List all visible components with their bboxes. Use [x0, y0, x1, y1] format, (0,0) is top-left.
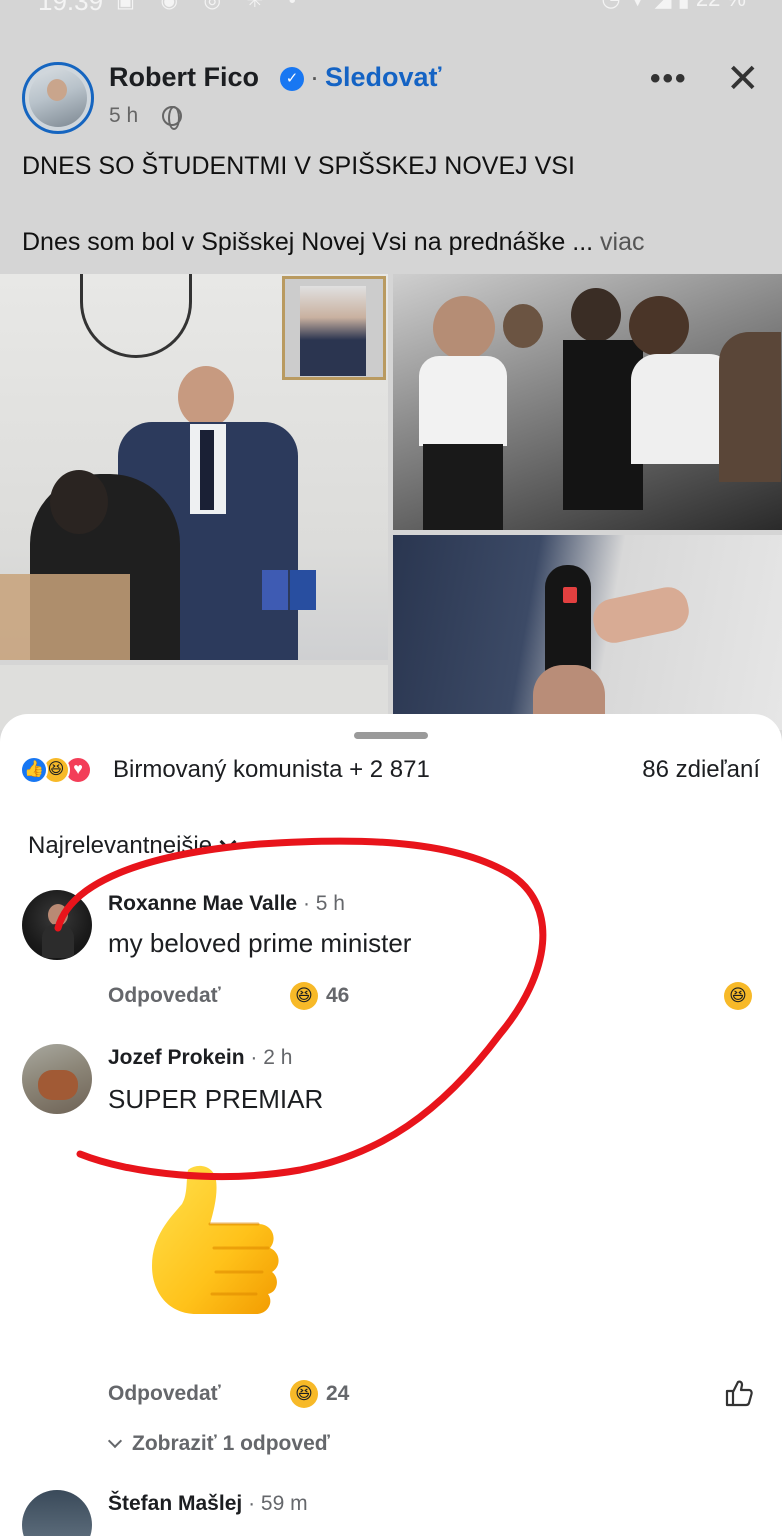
- comment-time: · 2 h: [250, 1046, 293, 1069]
- post-background: 19:39 ▣ ◉ ◎ ✳ • ◷ ▼ ◢ ▮ 22 % Robert Fico…: [0, 0, 782, 730]
- post-title: DNES SO ŠTUDENTMI V SPIŠSKEJ NOVEJ VSI: [22, 152, 575, 180]
- separator-dot: ·: [310, 62, 319, 92]
- reactions-text[interactable]: Birmovaný komunista + 2 871: [113, 756, 430, 784]
- like-reaction-icon: 👍: [20, 756, 48, 784]
- comments-sheet: 👍 😆 ♥ Birmovaný komunista + 2 871 86 zdi…: [0, 714, 782, 1536]
- comment-author-name: Roxanne Mae Valle: [108, 892, 298, 915]
- view-replies-button[interactable]: Zobraziť 1 odpoveď: [107, 1432, 330, 1456]
- comment-time: · 59 m: [248, 1492, 308, 1515]
- status-right: ◷ ▼ ◢ ▮ 22 %: [601, 0, 746, 12]
- commenter-avatar[interactable]: [22, 1044, 92, 1114]
- view-replies-label: Zobraziť 1 odpoveď: [132, 1432, 330, 1455]
- comment-item: Štefan Mašlej · 59 m: [22, 1490, 762, 1536]
- chevron-down-icon: [107, 1433, 123, 1449]
- reply-button[interactable]: Odpovedať: [108, 984, 221, 1008]
- reaction-count[interactable]: 46: [326, 984, 349, 1008]
- commenter-avatar[interactable]: [22, 1490, 92, 1536]
- follow-button[interactable]: Sledovať: [325, 62, 441, 93]
- like-outline-icon[interactable]: [724, 1378, 754, 1408]
- close-icon[interactable]: ✕: [726, 56, 760, 102]
- shares-count[interactable]: 86 zdieľaní: [642, 756, 760, 784]
- comment-author-name: Štefan Mašlej: [108, 1492, 243, 1515]
- thumbs-up-sticker-icon: [152, 1165, 279, 1314]
- status-bar: 19:39 ▣ ◉ ◎ ✳ • ◷ ▼ ◢ ▮ 22 %: [0, 0, 782, 18]
- battery-percent: 22 %: [696, 0, 746, 11]
- comment-item: Jozef Prokein · 2 h SUPER PREMIAR: [22, 1044, 762, 1124]
- chevron-down-icon: [219, 833, 237, 851]
- status-time: 19:39: [38, 0, 104, 16]
- author-name[interactable]: Robert Fico: [109, 62, 259, 93]
- reply-button[interactable]: Odpovedať: [108, 1382, 221, 1406]
- author-avatar[interactable]: [22, 62, 94, 134]
- comment-text: SUPER PREMIAR: [108, 1084, 324, 1114]
- comment-author[interactable]: Jozef Prokein · 2 h: [108, 1046, 292, 1070]
- comment-author-name: Jozef Prokein: [108, 1046, 245, 1069]
- comment-author[interactable]: Roxanne Mae Valle · 5 h: [108, 892, 345, 916]
- reaction-count[interactable]: 24: [326, 1382, 349, 1406]
- haha-reaction-icon: 😆: [290, 1380, 318, 1408]
- post-body-text: Dnes som bol v Spišskej Novej Vsi na pre…: [22, 228, 594, 256]
- globe-icon: [162, 106, 182, 130]
- sort-dropdown[interactable]: Najrelevantnejšie: [28, 832, 237, 860]
- sort-label: Najrelevantnejšie: [28, 832, 213, 859]
- post-body: Dnes som bol v Spišskej Novej Vsi na pre…: [22, 228, 645, 257]
- haha-reaction-icon: 😆: [290, 982, 318, 1010]
- commenter-avatar[interactable]: [22, 890, 92, 960]
- post-time: 5 h: [109, 104, 139, 127]
- comment-time: · 5 h: [302, 892, 345, 915]
- reactions-summary[interactable]: 👍 😆 ♥ Birmovaný komunista + 2 871 86 zdi…: [20, 754, 762, 788]
- comment-author[interactable]: Štefan Mašlej · 59 m: [108, 1492, 308, 1516]
- comment-text: my beloved prime minister: [108, 928, 412, 958]
- post-photo-microphone[interactable]: [393, 535, 782, 730]
- notification-icons: ▣ ◉ ◎ ✳ •: [116, 0, 306, 12]
- post-photo-students[interactable]: [393, 274, 782, 530]
- see-more-link[interactable]: viac: [600, 228, 644, 256]
- comment-item: Roxanne Mae Valle · 5 h my beloved prime…: [22, 890, 762, 1010]
- post-photo-speaker[interactable]: [0, 274, 388, 660]
- verified-badge-icon: ✓: [280, 67, 304, 91]
- drag-handle[interactable]: [354, 732, 428, 739]
- more-options-icon[interactable]: •••: [650, 62, 688, 96]
- haha-react-button-icon[interactable]: 😆: [724, 982, 752, 1010]
- post-header: Robert Fico ✓ · Sledovať 5 h ••• ✕: [22, 57, 762, 134]
